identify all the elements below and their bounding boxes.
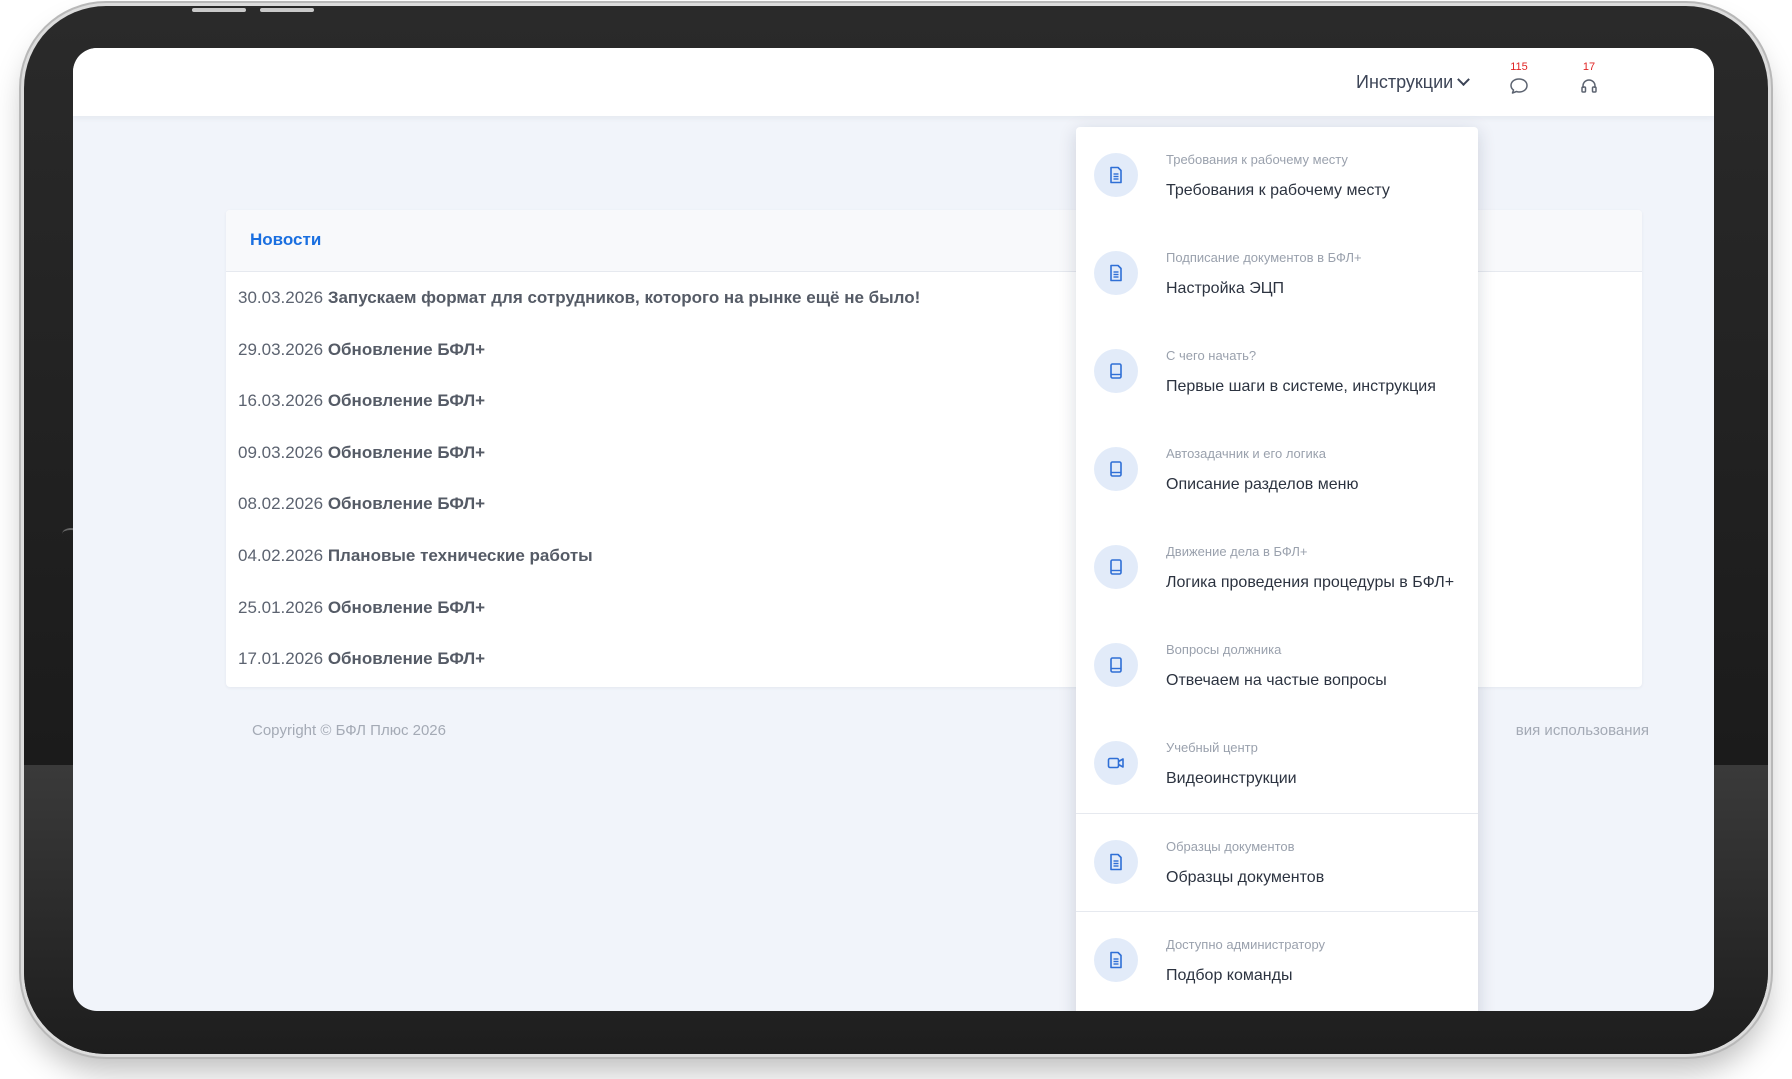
news-headline[interactable]: Обновление БФЛ+ <box>328 494 485 513</box>
document-icon <box>1094 840 1138 884</box>
news-headline[interactable]: Обновление БФЛ+ <box>328 649 485 668</box>
news-headline[interactable]: Обновление БФЛ+ <box>328 443 485 462</box>
dropdown-item-label: Первые шаги в системе, инструкция <box>1166 378 1436 395</box>
news-title: Новости <box>250 230 322 249</box>
news-date: 09.03.2026 <box>238 442 324 462</box>
dropdown-item-label: Логика проведения процедуры в БФЛ+ <box>1166 574 1455 591</box>
news-headline[interactable]: Плановые технические работы <box>328 546 593 565</box>
footer-copyright: Copyright © БФЛ Плюс 2026 <box>252 722 446 739</box>
dropdown-item-label: Настройка ЭЦП <box>1166 280 1285 297</box>
volume-button <box>192 8 246 12</box>
document-icon <box>1094 251 1138 295</box>
chevron-down-icon <box>1457 73 1471 87</box>
book-icon <box>1094 545 1138 589</box>
support-button[interactable]: 17 <box>1574 60 1604 104</box>
video-icon <box>1094 741 1138 785</box>
dropdown-item-label: Требования к рабочему месту <box>1166 182 1390 199</box>
headset-icon <box>1581 79 1597 93</box>
news-date: 29.03.2026 <box>238 339 324 359</box>
dropdown-item[interactable]: Учебный центр Видеоинструкции <box>1076 715 1478 813</box>
support-count-badge: 17 <box>1582 61 1596 73</box>
chat-bubble-icon <box>1510 78 1528 94</box>
messages-count-badge: 115 <box>1510 61 1528 73</box>
news-date: 25.01.2026 <box>238 597 324 617</box>
dropdown-item[interactable]: Движение дела в БФЛ+ Логика проведения п… <box>1076 519 1478 617</box>
dropdown-item-category: Учебный центр <box>1166 740 1258 755</box>
dropdown-item[interactable]: Подписание документов в БФЛ+ Настройка Э… <box>1076 225 1478 323</box>
dropdown-item[interactable]: Доступно администратору Подбор команды <box>1076 911 1478 1009</box>
volume-button <box>260 8 314 12</box>
dropdown-item[interactable]: Вопросы должника Отвечаем на частые вопр… <box>1076 617 1478 715</box>
news-date: 17.01.2026 <box>238 649 324 669</box>
instructions-menu-toggle[interactable]: Инструкции <box>1356 72 1471 93</box>
document-icon <box>1094 938 1138 982</box>
dropdown-item-category: Движение дела в БФЛ+ <box>1166 544 1308 559</box>
document-icon <box>1094 153 1138 197</box>
dropdown-item[interactable]: Требования к рабочему месту Требования к… <box>1076 127 1478 225</box>
news-date: 30.03.2026 <box>238 288 324 307</box>
footer-terms-link[interactable]: вия использования <box>1473 722 1649 739</box>
news-date: 16.03.2026 <box>238 391 324 411</box>
dropdown-item-category: Вопросы должника <box>1166 642 1282 657</box>
news-headline[interactable]: Обновление БФЛ+ <box>328 598 485 617</box>
book-icon <box>1094 447 1138 491</box>
top-navbar: Инструкции 115 17 <box>73 48 1714 116</box>
dropdown-item-category: Подписание документов в БФЛ+ <box>1166 250 1362 265</box>
dropdown-item-category: Доступно администратору <box>1166 937 1326 952</box>
dropdown-item[interactable]: Образцы документов Образцы документов <box>1076 813 1478 911</box>
dropdown-item-category: С чего начать? <box>1166 348 1257 363</box>
dropdown-item-label: Подбор команды <box>1166 967 1293 984</box>
news-headline[interactable]: Обновление БФЛ+ <box>328 340 485 359</box>
instructions-dropdown: Требования к рабочему месту Требования к… <box>1076 127 1478 1011</box>
book-icon <box>1094 349 1138 393</box>
dropdown-item-label: Образцы документов <box>1166 869 1325 886</box>
app-screen: Инструкции 115 17 Новости 30.03.2026 Зап… <box>73 48 1714 1011</box>
dropdown-item[interactable]: Автозадачник и его логика Описание разде… <box>1076 421 1478 519</box>
news-date: 04.02.2026 <box>238 545 324 565</box>
news-headline[interactable]: Запускаем формат для сотрудников, которо… <box>328 288 920 307</box>
dropdown-item-label: Описание разделов меню <box>1166 476 1359 493</box>
dropdown-item-label: Видеоинструкции <box>1166 770 1297 787</box>
dropdown-item-category: Требования к рабочему месту <box>1166 152 1348 167</box>
dropdown-item-category: Автозадачник и его логика <box>1166 446 1326 461</box>
messages-button[interactable]: 115 <box>1504 60 1534 104</box>
news-headline[interactable]: Обновление БФЛ+ <box>328 391 485 410</box>
dropdown-item-category: Образцы документов <box>1166 839 1295 854</box>
dropdown-item[interactable]: С чего начать? Первые шаги в системе, ин… <box>1076 323 1478 421</box>
news-date: 08.02.2026 <box>238 494 324 514</box>
dropdown-item-label: Отвечаем на частые вопросы <box>1166 672 1387 689</box>
instructions-label: Инструкции <box>1356 72 1454 92</box>
book-icon <box>1094 643 1138 687</box>
